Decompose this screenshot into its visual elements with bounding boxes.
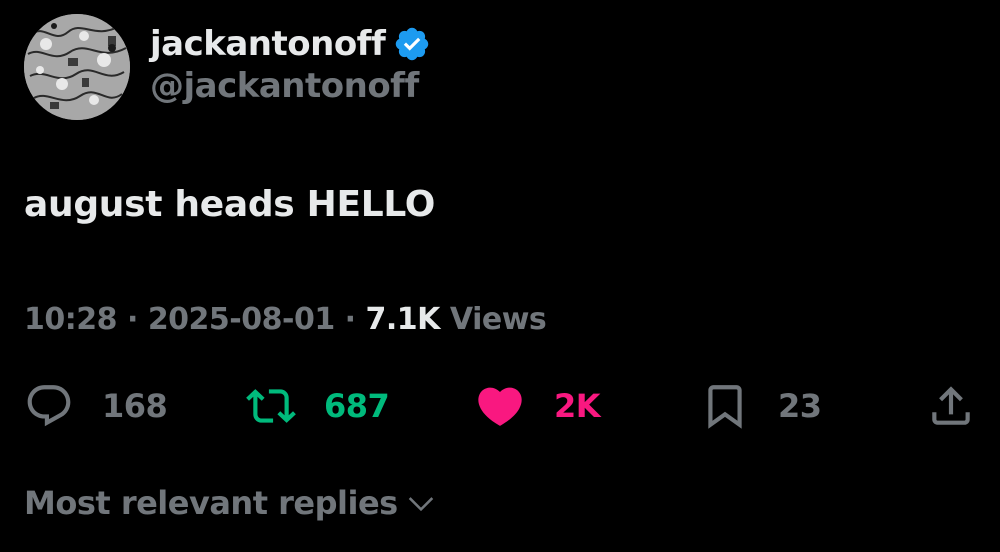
chevron-down-icon	[408, 497, 433, 512]
share-icon	[932, 386, 970, 425]
like-button[interactable]: 2K	[474, 380, 601, 432]
avatar[interactable]	[24, 14, 130, 120]
reply-button[interactable]: 168	[24, 380, 168, 432]
repost-count: 687	[324, 387, 390, 425]
author-name-row[interactable]: jackantonoff	[150, 22, 431, 66]
tweet-time[interactable]: 10:28	[24, 302, 118, 337]
handle[interactable]: @jackantonoff	[150, 66, 419, 106]
tweet-meta: 10:28 · 2025-08-01 · 7.1K Views	[24, 302, 547, 337]
display-name[interactable]: jackantonoff	[150, 24, 386, 64]
heart-icon	[478, 387, 522, 426]
views-label: Views	[449, 302, 547, 337]
share-button[interactable]	[926, 380, 976, 432]
replies-sort-dropdown[interactable]: Most relevant replies	[24, 484, 438, 522]
avatar-image	[24, 14, 130, 120]
bookmark-icon	[708, 385, 742, 429]
views-count: 7.1K	[365, 302, 441, 337]
like-count: 2K	[554, 387, 601, 425]
meta-separator: ·	[126, 302, 138, 337]
bookmark-count: 23	[778, 387, 822, 425]
reply-count: 168	[102, 387, 168, 425]
repost-button[interactable]: 687	[246, 380, 390, 432]
tweet-date[interactable]: 2025-08-01	[148, 302, 335, 337]
reply-icon	[27, 385, 71, 427]
repost-icon	[246, 389, 296, 423]
replies-sort-label: Most relevant replies	[24, 484, 398, 522]
bookmark-button[interactable]: 23	[700, 380, 822, 432]
tweet-text: august heads HELLO	[24, 184, 436, 225]
verified-badge-icon[interactable]	[393, 25, 431, 63]
meta-separator: ·	[344, 302, 356, 337]
